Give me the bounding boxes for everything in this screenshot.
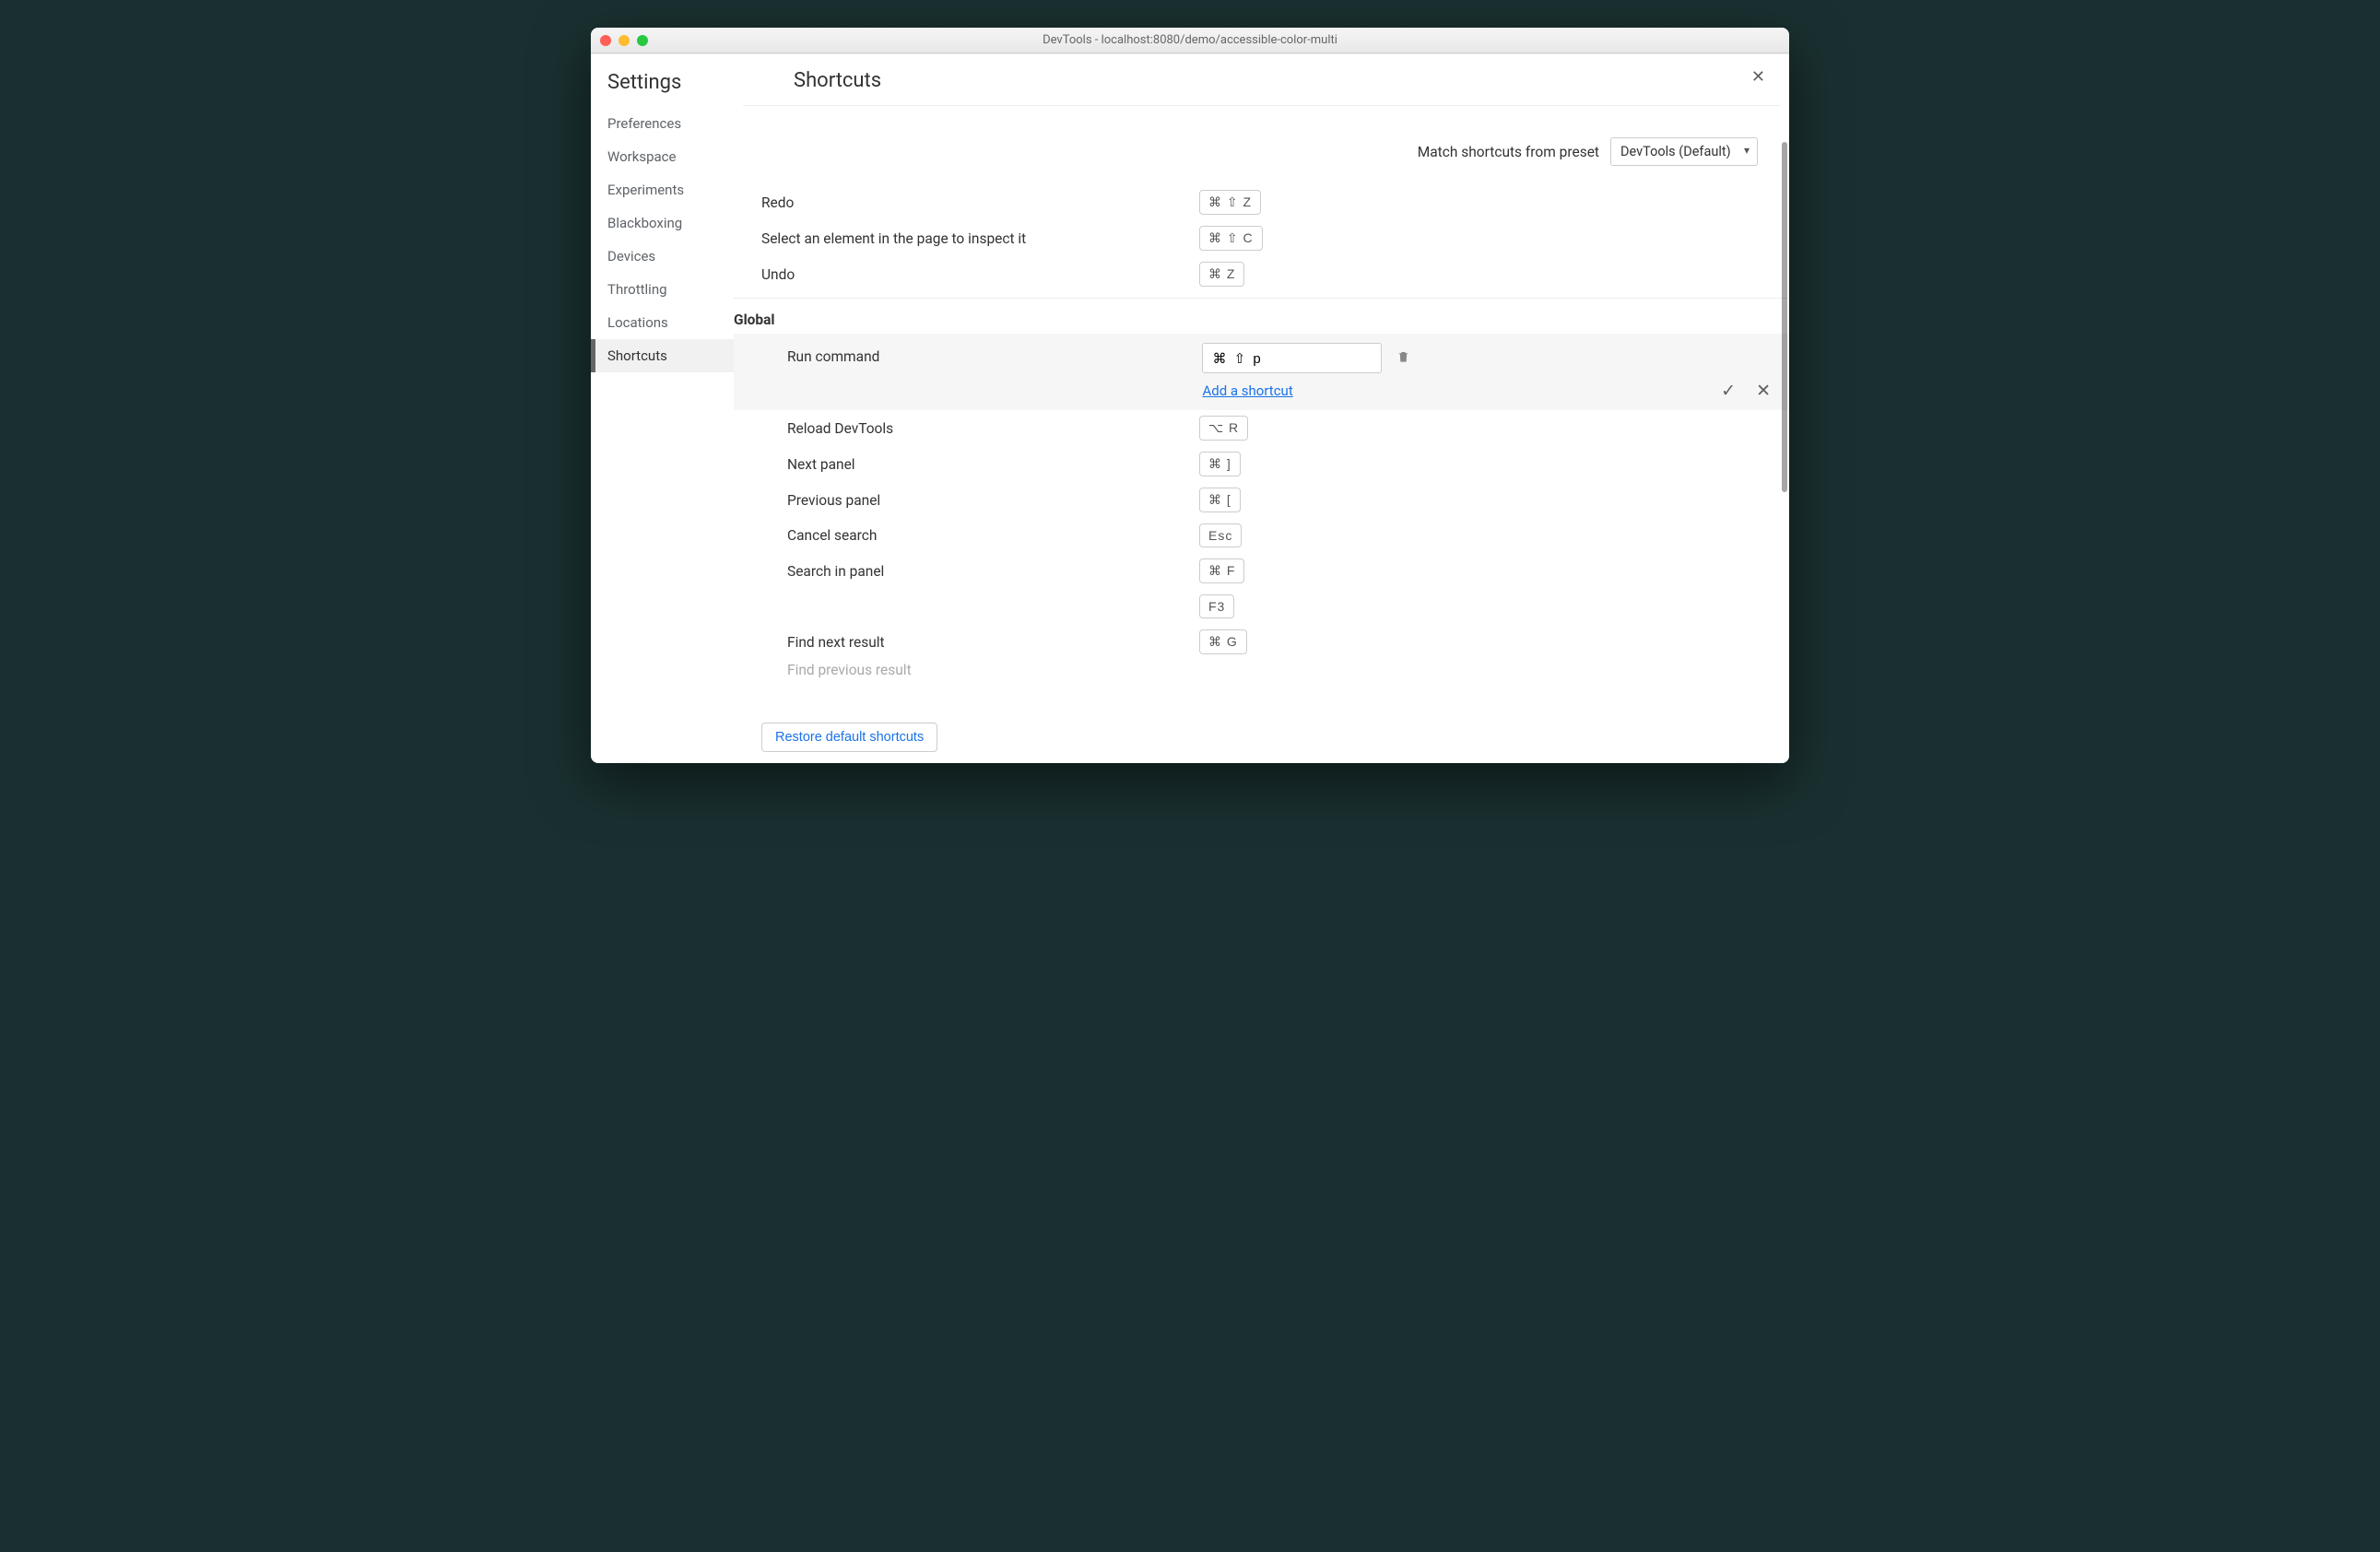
add-shortcut-link[interactable]: Add a shortcut xyxy=(1202,382,1292,399)
sidebar-item-experiments[interactable]: Experiments xyxy=(591,173,734,206)
main-header: Shortcuts xyxy=(743,69,1780,106)
shortcut-row[interactable]: Find next result ⌘ G xyxy=(734,624,1789,660)
scrollbar-thumb[interactable] xyxy=(1782,142,1787,492)
cancel-icon[interactable]: ✕ xyxy=(1756,380,1771,401)
shortcut-row-truncated: Find previous result xyxy=(734,660,1789,678)
main-panel: ✕ Shortcuts Match shortcuts from preset … xyxy=(734,54,1789,763)
preset-label: Match shortcuts from preset xyxy=(1418,144,1599,160)
shortcut-label: Undo xyxy=(761,266,1199,283)
sidebar-item-workspace[interactable]: Workspace xyxy=(591,140,734,173)
traffic-lights xyxy=(600,35,648,46)
shortcut-row[interactable]: Undo ⌘ Z xyxy=(734,256,1789,292)
sidebar-item-locations[interactable]: Locations xyxy=(591,306,734,339)
sidebar-item-devices[interactable]: Devices xyxy=(591,240,734,273)
titlebar: DevTools - localhost:8080/demo/accessibl… xyxy=(591,28,1789,53)
shortcut-label: Search in panel xyxy=(761,563,1199,580)
restore-defaults-button[interactable]: Restore default shortcuts xyxy=(761,723,937,752)
editing-controls: Add a shortcut xyxy=(1202,343,1409,399)
shortcut-label: Find next result xyxy=(761,634,1199,651)
sidebar: Settings Preferences Workspace Experimen… xyxy=(591,54,734,763)
zoom-icon[interactable] xyxy=(637,35,648,46)
footer: Restore default shortcuts xyxy=(734,713,1789,763)
shortcut-keys: Esc xyxy=(1199,523,1242,547)
shortcut-keys: F3 xyxy=(1199,594,1234,618)
shortcut-keys: ⌘ ⇧ Z xyxy=(1199,190,1261,215)
minimize-icon[interactable] xyxy=(619,35,630,46)
trash-icon[interactable] xyxy=(1396,349,1410,369)
shortcut-row[interactable]: F3 xyxy=(734,589,1789,624)
shortcut-row-editing: Run command Add a shortcut ✓ ✕ xyxy=(734,334,1789,410)
confirm-buttons: ✓ ✕ xyxy=(1721,380,1771,401)
shortcut-label: Run command xyxy=(761,343,1199,365)
sidebar-item-throttling[interactable]: Throttling xyxy=(591,273,734,306)
shortcut-row[interactable]: Select an element in the page to inspect… xyxy=(734,220,1789,256)
shortcut-row[interactable]: Cancel search Esc xyxy=(734,518,1789,553)
content: Settings Preferences Workspace Experimen… xyxy=(591,53,1789,763)
shortcut-keys: ⌘ [ xyxy=(1199,488,1241,512)
close-icon[interactable] xyxy=(600,35,611,46)
shortcut-row[interactable]: Reload DevTools ⌥ R xyxy=(734,410,1789,446)
preset-row: Match shortcuts from preset DevTools (De… xyxy=(734,106,1789,184)
shortcut-row[interactable]: Redo ⌘ ⇧ Z xyxy=(734,184,1789,220)
close-settings-icon[interactable]: ✕ xyxy=(1748,65,1769,89)
check-icon[interactable]: ✓ xyxy=(1721,380,1736,401)
devtools-window: DevTools - localhost:8080/demo/accessibl… xyxy=(591,28,1789,763)
shortcut-keys: ⌘ F xyxy=(1199,558,1244,583)
sidebar-item-blackboxing[interactable]: Blackboxing xyxy=(591,206,734,240)
shortcut-label: Previous panel xyxy=(761,492,1199,509)
shortcut-keys: ⌘ ] xyxy=(1199,452,1241,476)
preset-value: DevTools (Default) xyxy=(1620,144,1731,159)
shortcut-input[interactable] xyxy=(1202,343,1382,373)
page-title: Shortcuts xyxy=(743,69,881,92)
preset-select[interactable]: DevTools (Default) xyxy=(1610,137,1758,166)
shortcut-label: Cancel search xyxy=(761,527,1199,544)
shortcut-row[interactable]: Previous panel ⌘ [ xyxy=(734,482,1789,518)
sidebar-item-preferences[interactable]: Preferences xyxy=(591,107,734,140)
sidebar-item-shortcuts[interactable]: Shortcuts xyxy=(591,339,734,372)
shortcuts-list: Redo ⌘ ⇧ Z Select an element in the page… xyxy=(734,184,1789,763)
shortcut-row[interactable]: Next panel ⌘ ] xyxy=(734,446,1789,482)
shortcut-label: Next panel xyxy=(761,456,1199,473)
settings-heading: Settings xyxy=(591,69,734,107)
shortcut-keys: ⌘ Z xyxy=(1199,262,1244,287)
shortcut-keys: ⌘ ⇧ C xyxy=(1199,226,1263,251)
shortcut-label: Reload DevTools xyxy=(761,420,1199,437)
shortcut-keys: ⌘ G xyxy=(1199,629,1247,654)
shortcut-label: Redo xyxy=(761,194,1199,211)
window-title: DevTools - localhost:8080/demo/accessibl… xyxy=(600,33,1780,47)
shortcut-label: Select an element in the page to inspect… xyxy=(761,230,1199,247)
shortcut-keys: ⌥ R xyxy=(1199,416,1248,441)
section-global: Global xyxy=(734,298,1789,334)
shortcut-row[interactable]: Search in panel ⌘ F xyxy=(734,553,1789,589)
